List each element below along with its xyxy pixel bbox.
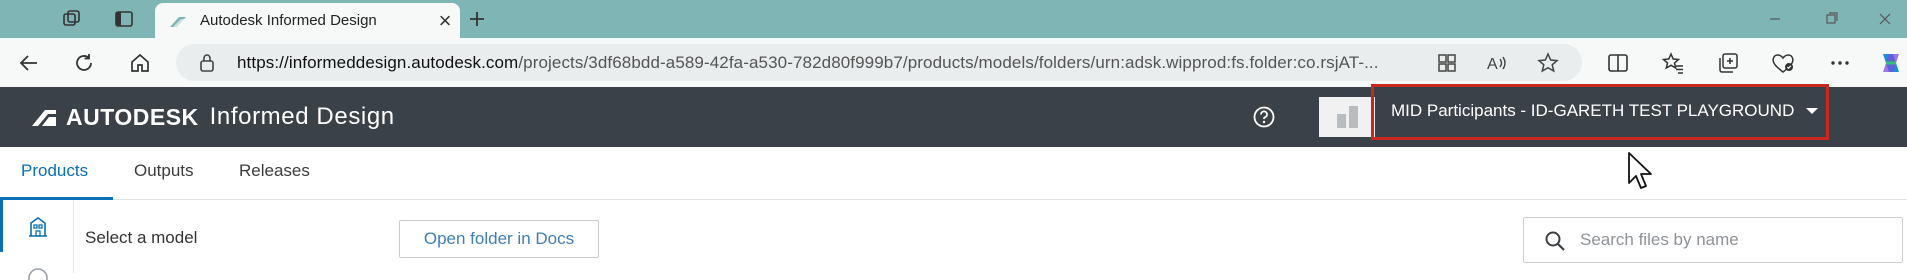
browser-toolbar: https://informeddesign.autodesk.com/proj… bbox=[0, 38, 1907, 87]
building-icon[interactable] bbox=[26, 214, 50, 238]
home-icon[interactable] bbox=[126, 49, 154, 77]
settings-icon[interactable] bbox=[27, 266, 49, 280]
new-tab-icon[interactable] bbox=[464, 6, 490, 32]
address-bar[interactable]: https://informeddesign.autodesk.com/proj… bbox=[176, 44, 1582, 81]
side-nav bbox=[0, 200, 74, 280]
mouse-cursor-icon bbox=[1628, 152, 1652, 189]
back-icon[interactable] bbox=[15, 49, 43, 77]
hub-selector-label: MID Participants - ID-GARETH TEST PLAYGR… bbox=[1391, 101, 1795, 120]
app-available-icon[interactable] bbox=[1435, 51, 1459, 75]
tab-products[interactable]: Products bbox=[21, 161, 88, 181]
chevron-down-icon bbox=[1806, 108, 1819, 114]
read-aloud-icon[interactable]: A bbox=[1485, 51, 1509, 75]
tab-releases[interactable]: Releases bbox=[239, 161, 310, 181]
browser-tab-strip: Autodesk Informed Design × bbox=[0, 0, 1907, 38]
tab-outputs[interactable]: Outputs bbox=[134, 161, 194, 181]
copilot-icon[interactable] bbox=[1877, 49, 1905, 77]
side-nav-active-indicator bbox=[0, 200, 3, 252]
autodesk-wordmark: AUTODESK bbox=[66, 103, 199, 130]
search-files-box[interactable] bbox=[1523, 217, 1903, 263]
close-tab-icon[interactable]: × bbox=[430, 6, 460, 36]
app-header: AUTODESK Informed Design MID Participant… bbox=[0, 84, 1907, 147]
autodesk-favicon bbox=[170, 16, 186, 27]
more-icon[interactable] bbox=[1826, 49, 1854, 77]
minimize-icon[interactable] bbox=[1762, 8, 1788, 30]
tab-title: Autodesk Informed Design bbox=[200, 12, 377, 29]
favorites-icon[interactable] bbox=[1659, 49, 1687, 77]
select-model-label: Select a model bbox=[85, 228, 198, 247]
product-name: Informed Design bbox=[209, 103, 395, 130]
browser-essentials-icon[interactable] bbox=[1769, 49, 1797, 77]
url-text[interactable]: https://informeddesign.autodesk.com/proj… bbox=[237, 53, 1379, 73]
url-path: /projects/3df68bdd-a589-42fa-a530-782d80… bbox=[518, 53, 1379, 72]
browser-tab-active[interactable]: Autodesk Informed Design × bbox=[155, 3, 460, 38]
split-screen-icon[interactable] bbox=[1604, 49, 1632, 77]
app-switcher-icon[interactable] bbox=[1319, 97, 1375, 137]
close-window-icon[interactable] bbox=[1872, 8, 1898, 30]
open-folder-in-docs-button[interactable]: Open folder in Docs bbox=[399, 220, 599, 258]
favorite-star-icon[interactable] bbox=[1536, 51, 1560, 75]
maximize-icon[interactable] bbox=[1818, 8, 1844, 30]
tab-actions-icon[interactable] bbox=[112, 7, 136, 31]
workspaces-icon[interactable] bbox=[60, 7, 84, 31]
module-tabs: Products Outputs Releases bbox=[0, 147, 1907, 200]
search-input[interactable] bbox=[1580, 228, 1880, 252]
url-domain: https://informeddesign.autodesk.com bbox=[237, 53, 519, 72]
hub-selector-highlight: MID Participants - ID-GARETH TEST PLAYGR… bbox=[1371, 84, 1829, 140]
refresh-icon[interactable] bbox=[70, 49, 98, 77]
app-switcher-bar bbox=[1336, 114, 1346, 128]
collections-icon[interactable] bbox=[1714, 49, 1742, 77]
hub-selector[interactable]: MID Participants - ID-GARETH TEST PLAYGR… bbox=[1391, 101, 1819, 121]
autodesk-logo-mark-icon bbox=[32, 110, 56, 126]
help-icon[interactable] bbox=[1253, 106, 1275, 128]
svg-text:A: A bbox=[1487, 56, 1498, 73]
lock-icon[interactable] bbox=[198, 53, 216, 73]
autodesk-logo[interactable]: AUTODESK Informed Design bbox=[30, 103, 395, 131]
search-icon bbox=[1545, 231, 1565, 251]
app-switcher-bar bbox=[1348, 106, 1358, 128]
